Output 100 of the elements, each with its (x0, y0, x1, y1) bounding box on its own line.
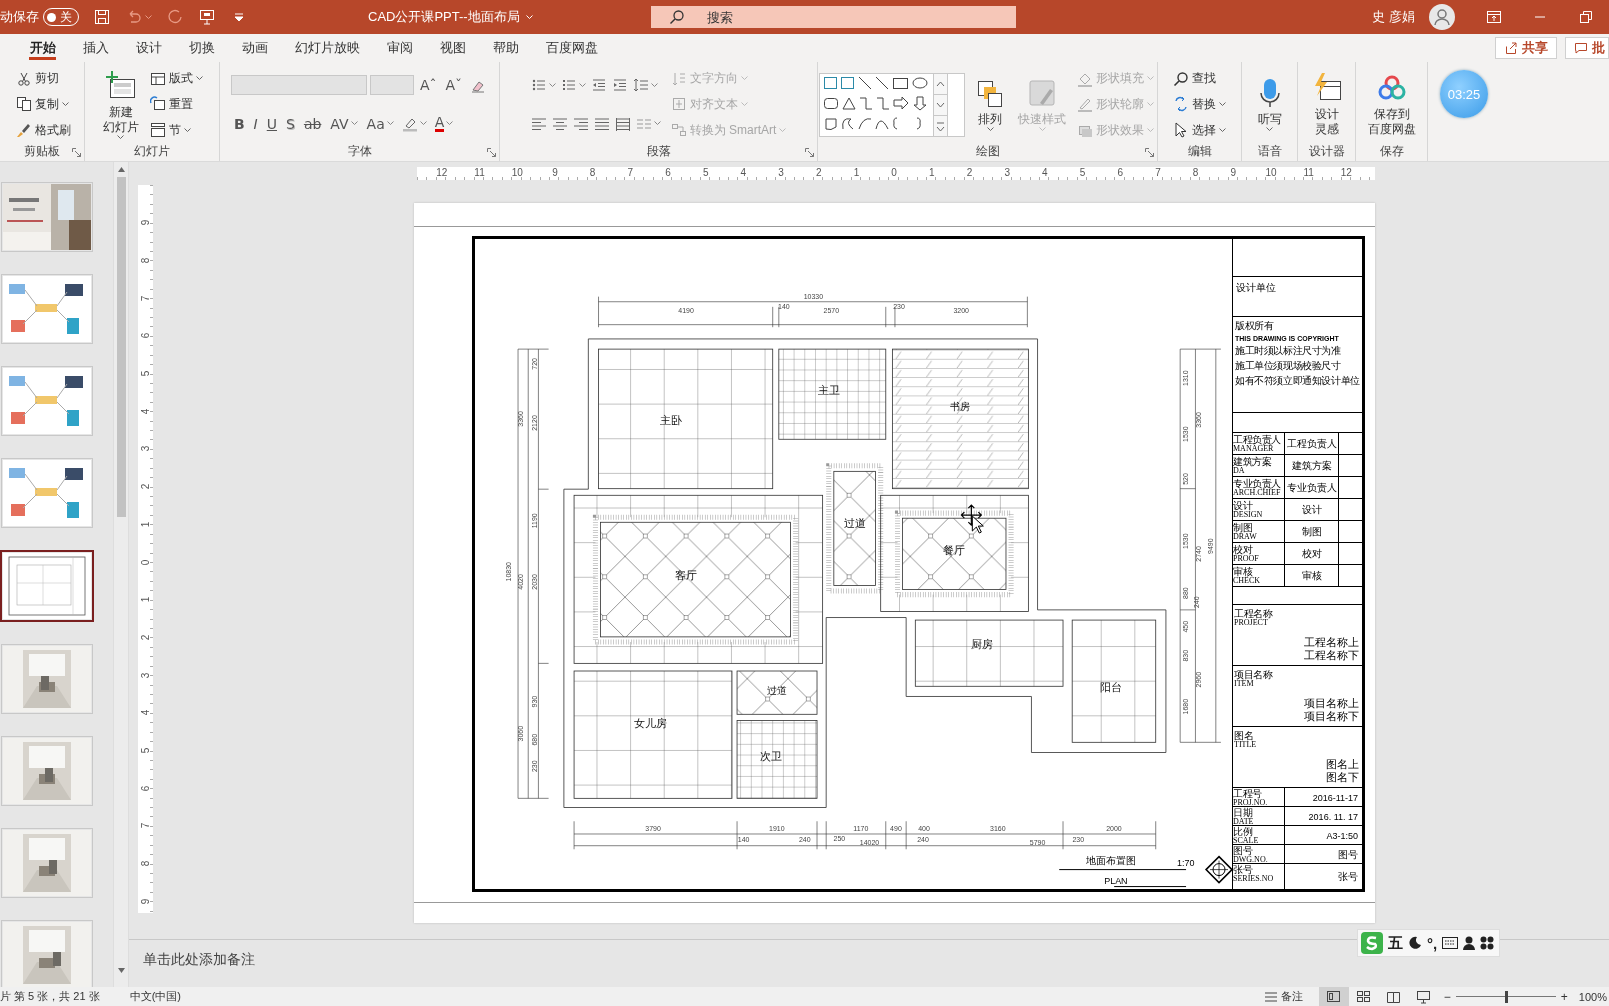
person-icon[interactable] (1463, 936, 1476, 950)
grid-icon[interactable] (1480, 936, 1495, 950)
layout-button[interactable]: 版式 (147, 67, 205, 90)
dialog-launcher-icon[interactable] (72, 148, 81, 157)
change-case-button[interactable]: Aa (363, 112, 397, 135)
ribbon-tab[interactable]: 幻灯片放映 (281, 34, 373, 62)
ribbon-tab[interactable]: 切换 (175, 34, 228, 62)
zoom-in-button[interactable]: + (1555, 989, 1573, 1004)
ribbon-tab[interactable]: 动画 (228, 34, 281, 62)
group-label: 段落 (645, 143, 672, 160)
ribbon-display-icon[interactable] (1486, 9, 1502, 25)
dictate-button[interactable]: 听写 (1250, 75, 1289, 134)
find-button[interactable]: 查找 (1171, 67, 1218, 90)
ribbon-tab[interactable]: 插入 (69, 34, 122, 62)
caret-icon (117, 134, 124, 140)
character-spacing-button[interactable]: AV (327, 112, 361, 135)
scrollbar[interactable] (113, 162, 129, 987)
input-mode-label[interactable]: 五 (1388, 933, 1403, 953)
section-button[interactable]: 节 (147, 119, 193, 142)
share-icon (1504, 41, 1518, 55)
ribbon-tab[interactable]: 设计 (122, 34, 175, 62)
title-block-label: 工程名称 (1234, 608, 1274, 619)
title-block-label: DATE (1233, 818, 1255, 826)
ribbon-tab[interactable]: 百度网盘 (532, 34, 611, 62)
shrink-font-button[interactable]: Aˇ (442, 74, 466, 97)
ribbon-tab[interactable]: 视图 (426, 34, 479, 62)
ribbon-tab[interactable]: 审阅 (373, 34, 426, 62)
dialog-launcher-icon[interactable] (487, 148, 496, 157)
copy-button[interactable]: 复制 (14, 93, 71, 116)
ruler-number: 7 (140, 823, 151, 829)
zoom-slider-thumb[interactable] (1504, 990, 1508, 1003)
title-block-value: A3-1:50 (1325, 829, 1359, 843)
new-slide-button[interactable]: 新建 幻灯片 (99, 67, 142, 142)
zoom-percent[interactable]: 100% (1578, 990, 1607, 1003)
arrange-button[interactable]: 排列 (971, 75, 1009, 134)
title-block-label: 张号 (1233, 864, 1253, 875)
slideshow-icon[interactable] (1416, 989, 1432, 1004)
ruler-number: 10 (1264, 167, 1278, 180)
select-button[interactable]: 选择 (1171, 119, 1228, 142)
room-label: 过道 (766, 684, 787, 696)
font-color-button[interactable]: A (431, 112, 457, 135)
title-block-value: 工程负责人 (1285, 433, 1339, 454)
title-block-value: 专业负责人 (1285, 477, 1339, 498)
group-label: 语音 (1256, 143, 1283, 160)
notes-button[interactable]: 备注 (1263, 989, 1303, 1004)
notes-icon (1263, 991, 1278, 1002)
search-field[interactable]: 搜索 (650, 6, 1016, 28)
save-to-cloud-button[interactable]: 保存到 百度网盘 (1364, 70, 1419, 139)
bold-button[interactable]: B (230, 112, 248, 135)
caret-icon (1266, 127, 1273, 132)
save-icon[interactable] (93, 8, 111, 26)
keyboard-icon[interactable] (1442, 937, 1459, 949)
italic-button[interactable]: I (250, 112, 261, 135)
shapes-gallery[interactable] (819, 72, 965, 137)
zoom-out-button[interactable]: − (1438, 989, 1456, 1004)
reading-view-icon[interactable] (1386, 989, 1402, 1004)
avatar-icon[interactable] (1429, 4, 1455, 30)
normal-view-icon[interactable] (1326, 989, 1342, 1004)
strikethrough-button[interactable]: ab (300, 112, 325, 135)
font-name-field[interactable] (230, 75, 367, 96)
caret-icon (986, 127, 994, 132)
ime-toolbar[interactable]: 五 °, (1357, 929, 1501, 957)
room-label: 主卫 (817, 384, 840, 398)
font-size-field[interactable] (369, 75, 414, 96)
replace-button[interactable]: 替换 (1171, 93, 1228, 116)
dialog-launcher-icon[interactable] (1145, 148, 1154, 157)
dialog-launcher-icon[interactable] (805, 148, 814, 157)
room-label: 餐厅 (942, 543, 965, 557)
cut-button[interactable]: 剪切 (14, 67, 61, 90)
punctuation-label[interactable]: °, (1427, 934, 1438, 952)
ribbon-tab[interactable]: 开始 (16, 34, 69, 62)
align-text-icon (670, 96, 687, 113)
grow-font-button[interactable]: Aˆ (416, 74, 440, 97)
underline-button[interactable]: U (263, 112, 280, 135)
notes-field[interactable]: 单击此处添加备注 (141, 947, 445, 971)
ime-logo-icon[interactable] (1361, 932, 1383, 954)
ribbon-tab[interactable]: 帮助 (479, 34, 532, 62)
drawing-caption: 地面布置图 (1086, 854, 1137, 866)
ruler-number: 7 (140, 295, 151, 301)
ruler-number: 3 (140, 672, 151, 678)
title-block-value: 设计 (1285, 499, 1339, 520)
title-block-label: MANAGER (1233, 445, 1274, 453)
comments-button[interactable]: 批 (1565, 37, 1609, 59)
scrollbar-thumb[interactable] (116, 177, 126, 517)
shadow-button[interactable]: S (283, 112, 298, 135)
restore-icon[interactable] (1578, 9, 1594, 25)
slide-sorter-icon[interactable] (1356, 989, 1372, 1004)
scroll-up-icon[interactable] (116, 165, 126, 174)
moon-icon[interactable] (1408, 936, 1422, 950)
presenter-icon[interactable] (198, 8, 216, 26)
reset-button[interactable]: 重置 (147, 93, 195, 116)
document-title[interactable]: CAD公开课PPT--地面布局 (368, 8, 533, 26)
language-label[interactable]: 中文(中国) (129, 989, 181, 1004)
scroll-down-icon[interactable] (116, 966, 126, 975)
ruler-number: 1 (140, 596, 151, 603)
format-painter-button[interactable]: 格式刷 (14, 119, 73, 142)
ruler-number: 1 (928, 167, 936, 180)
ruler-number: 4 (1041, 167, 1049, 180)
share-button[interactable]: 共享 (1495, 37, 1557, 59)
design-ideas-button[interactable]: 设计 灵感 (1307, 70, 1346, 139)
